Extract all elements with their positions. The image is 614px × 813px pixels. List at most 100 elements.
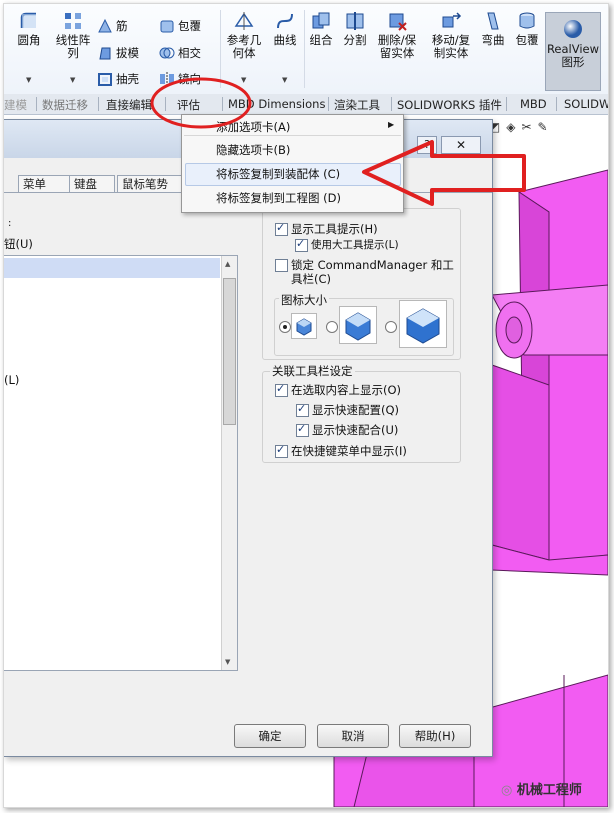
show-quick-config-checkbox[interactable]: [296, 402, 309, 417]
rib-icon: [98, 18, 112, 33]
tab-keyboard[interactable]: 键盘: [69, 175, 115, 192]
submenu-arrow-icon: ▶: [388, 120, 395, 129]
curves-dropdown-caret[interactable]: ▼: [282, 76, 287, 84]
tab-mbd[interactable]: MBD: [520, 97, 547, 111]
menu-item-add-tab[interactable]: 添加选项卡(A): [216, 119, 290, 135]
rib-label: 筋: [116, 19, 128, 33]
icon-size-medium-radio[interactable]: [326, 321, 338, 333]
combine-label: 组合: [309, 33, 333, 47]
tab-direct-editing[interactable]: 直接编辑: [106, 97, 152, 113]
fillet-button[interactable]: 圆角: [12, 10, 46, 47]
show-on-selection-option[interactable]: 在选取内容上显示(O): [275, 382, 401, 398]
realview-graphics-button[interactable]: RealView 图形: [545, 12, 601, 91]
draft-button[interactable]: 拔模: [97, 45, 139, 61]
scroll-up-arrow-icon[interactable]: ▲: [225, 260, 230, 268]
icon-size-large-radio[interactable]: [385, 321, 397, 333]
reference-geometry-button[interactable]: 参考几 何体: [224, 10, 264, 60]
wrap-label: 包覆: [178, 19, 201, 33]
tab-context-menu: 添加选项卡(A) ▶ 隐藏选项卡(B) 将标签复制到装配体 (C) 将标签复制到…: [181, 114, 404, 213]
selected-list-row[interactable]: [4, 258, 220, 278]
intersect-button[interactable]: 相交: [159, 45, 201, 61]
delete-keep-body-icon: [389, 13, 407, 31]
realview-label-2: 图形: [561, 55, 585, 69]
tab-modeling[interactable]: 建模: [4, 97, 27, 113]
show-quick-config-option[interactable]: 显示快速配置(Q): [296, 402, 399, 418]
intersect-icon: [159, 47, 175, 59]
tab-separator: [506, 97, 507, 111]
linear-pattern-button[interactable]: 线性阵 列: [52, 10, 94, 60]
tab-mouse-gestures[interactable]: 鼠标笔势: [117, 175, 185, 192]
tab-menu-label: 菜单: [23, 177, 46, 191]
wrap-large-button[interactable]: 包覆: [512, 10, 542, 47]
tab-mbd-dimensions[interactable]: MBD Dimensions: [228, 97, 325, 111]
show-tooltips-checkbox[interactable]: [275, 221, 288, 236]
delete-keep-body-button[interactable]: 删除/保 留实体: [373, 10, 421, 60]
show-on-selection-checkbox[interactable]: [275, 382, 288, 397]
show-in-shortcut-option[interactable]: 在快捷键菜单中显示(I): [275, 443, 407, 459]
dialog-help-button[interactable]: ?: [417, 136, 437, 154]
mirror-button[interactable]: 镜向: [159, 71, 201, 87]
tab-separator: [556, 97, 557, 111]
move-copy-body-button[interactable]: 移动/复 制实体: [427, 10, 475, 60]
tab-separator: [36, 97, 37, 111]
icon-size-large-preview: [399, 300, 447, 348]
list-scrollbar-thumb[interactable]: [223, 278, 236, 425]
lock-commandmanager-label-1: 锁定 CommandManager 和工: [291, 258, 454, 272]
flex-button[interactable]: 弯曲: [478, 10, 508, 47]
watermark: ◎ 机械工程师: [501, 779, 582, 798]
tab-menu[interactable]: 菜单: [18, 175, 70, 192]
display-style-icon[interactable]: ◈: [506, 120, 521, 134]
move-copy-label-2: 制实体: [433, 46, 469, 60]
draft-label: 拔模: [116, 46, 139, 60]
rib-button[interactable]: 筋: [97, 18, 128, 34]
wrap-button[interactable]: 包覆: [159, 18, 201, 34]
icon-size-small-radio[interactable]: [279, 321, 291, 333]
toolbar-list[interactable]: ▲ ▼: [4, 255, 238, 671]
pattern-dropdown-caret[interactable]: ▼: [70, 76, 75, 84]
ref-geom-dropdown-caret[interactable]: ▼: [241, 76, 246, 84]
lock-commandmanager-label-2: 具栏(C): [291, 272, 332, 286]
cancel-button[interactable]: 取消: [317, 724, 389, 748]
flex-label: 弯曲: [481, 33, 505, 47]
curves-button[interactable]: 曲线: [268, 10, 302, 47]
large-tooltips-option[interactable]: 使用大工具提示(L): [295, 237, 399, 252]
lock-commandmanager-checkbox[interactable]: [275, 259, 288, 272]
appearance-icon[interactable]: ✎: [538, 120, 554, 134]
customize-dialog: ? ✕ 菜单 键盘 鼠标笔势 : 钮(U) ▲ ▼ (L) 显示工具提示(H) …: [4, 119, 493, 757]
split-button[interactable]: 分割: [340, 10, 370, 47]
medium-cube-icon: [345, 312, 371, 341]
tab-separator: [391, 97, 392, 111]
show-quick-mate-checkbox[interactable]: [296, 422, 309, 437]
tab-render-tools[interactable]: 渲染工具: [334, 97, 380, 113]
small-cube-icon: [296, 318, 312, 336]
move-copy-label-1: 移动/复: [431, 33, 471, 47]
icon-size-small-preview: [291, 313, 317, 339]
reference-geometry-icon: [234, 12, 254, 30]
tab-data-migration[interactable]: 数据迁移: [42, 97, 88, 113]
scroll-down-arrow-icon[interactable]: ▼: [225, 658, 230, 666]
tab-solidworks-addins[interactable]: SOLIDWORKS 插件: [397, 97, 502, 113]
menu-item-copy-to-drawing[interactable]: 将标签复制到工程图 (D): [216, 190, 341, 206]
show-quick-mate-option[interactable]: 显示快速配合(U): [296, 422, 398, 438]
menu-item-hide-tab[interactable]: 隐藏选项卡(B): [216, 142, 290, 158]
menu-item-copy-to-assembly[interactable]: 将标签复制到装配体 (C): [216, 166, 340, 182]
tab-solidworks-more[interactable]: SOLIDW: [564, 97, 608, 111]
ok-button[interactable]: 确定: [234, 724, 306, 748]
show-tooltips-option[interactable]: 显示工具提示(H): [275, 221, 378, 237]
large-tooltips-checkbox[interactable]: [295, 237, 308, 252]
show-in-shortcut-checkbox[interactable]: [275, 443, 288, 458]
tab-separator: [222, 97, 223, 111]
curves-icon: [277, 13, 293, 29]
delete-keep-label-2: 留实体: [379, 46, 415, 60]
fillet-icon: [20, 12, 36, 28]
help-button[interactable]: 帮助(H): [399, 724, 471, 748]
tab-evaluate[interactable]: 评估: [177, 97, 200, 113]
shell-button[interactable]: 抽壳: [97, 71, 139, 87]
draft-icon: [99, 47, 111, 60]
dialog-close-button[interactable]: ✕: [441, 136, 481, 154]
screenshot-frame: 圆角 ▼ 线性阵 列 ▼ 筋 拔模 抽壳 包覆 相交 镜向 参考几 何体 ▼ 曲…: [3, 3, 609, 808]
combine-button[interactable]: 组合: [306, 10, 336, 47]
hide-show-icon[interactable]: ✂: [521, 120, 537, 134]
fillet-dropdown-caret[interactable]: ▼: [26, 76, 31, 84]
realview-label-1: RealView: [546, 42, 600, 56]
